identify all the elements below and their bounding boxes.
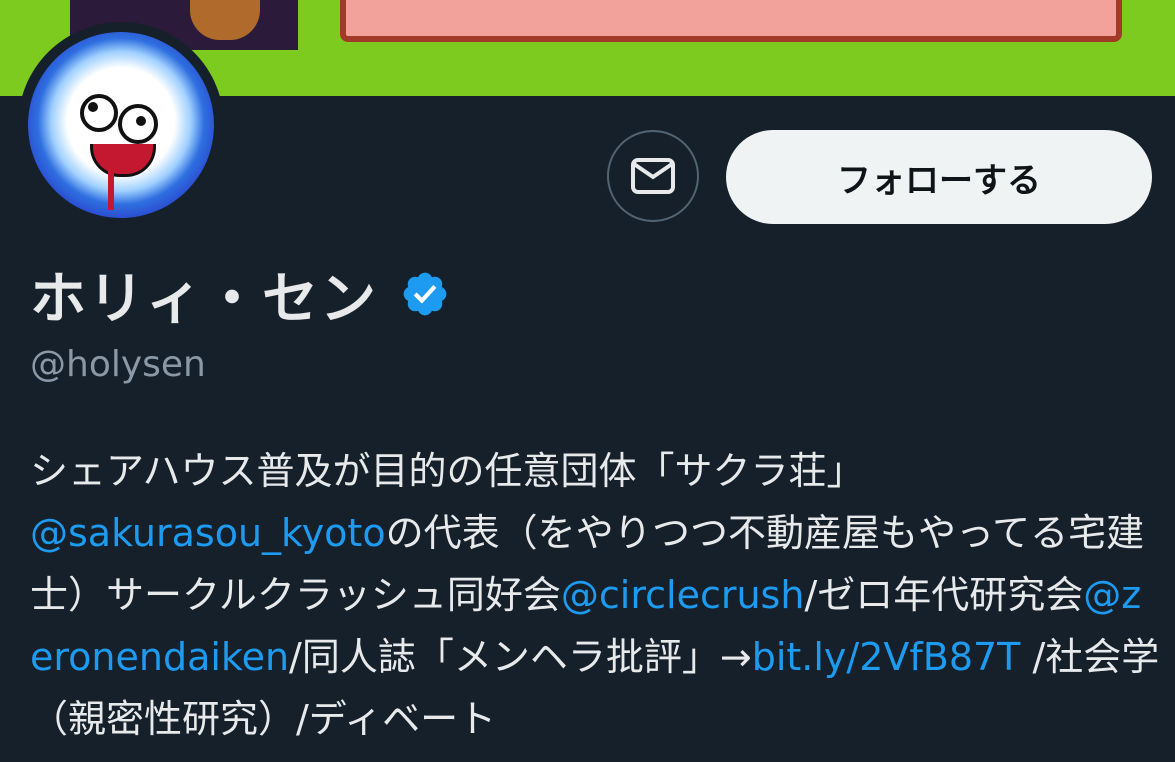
avatar-mouth [90,144,156,177]
mention-link[interactable]: @circlecrush [561,573,805,617]
avatar-eye-right [118,104,158,144]
message-button[interactable] [607,130,699,222]
avatar-drip [108,170,114,210]
bio-text: シェアハウス普及が目的の任意団体「サクラ荘」 [30,449,865,493]
display-name: ホリィ・セン [30,266,378,332]
profile-handle: @holysen [30,344,206,385]
bio-text: /同人誌「メンヘラ批評」→ [289,635,752,679]
profile-name-row: ホリィ・セン [30,258,450,332]
banner-art-frame [340,0,1122,42]
mention-link[interactable]: @sakurasou_kyoto [30,511,386,555]
envelope-icon [631,158,675,194]
follow-button[interactable]: フォローする [726,130,1152,224]
profile-bio: シェアハウス普及が目的の任意団体「サクラ荘」 @sakurasou_kyotoの代… [30,440,1160,750]
verified-badge-icon [403,272,447,316]
avatar-eye-left [80,94,118,132]
avatar-image [28,32,214,218]
url-link[interactable]: bit.ly/2VfB87T [752,635,1021,679]
avatar[interactable] [18,22,224,228]
bio-text: /ゼロ年代研究会 [804,573,1084,617]
